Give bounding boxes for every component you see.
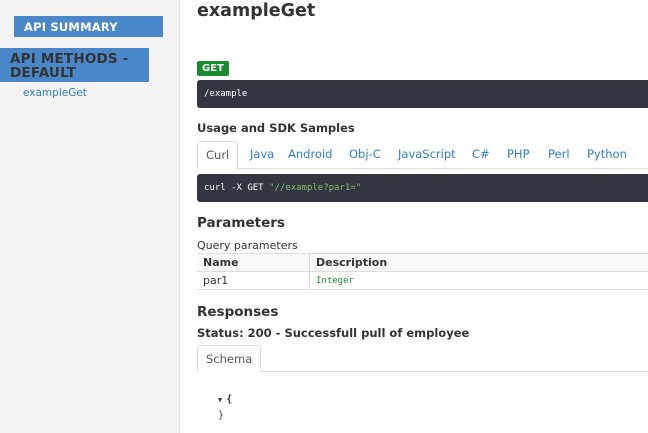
caret-down-icon[interactable]: ▼ <box>218 396 222 404</box>
tab-curl[interactable]: Curl <box>197 141 239 170</box>
tab-php[interactable]: PHP <box>507 141 530 169</box>
schema-open-brace: { <box>226 394 233 405</box>
status-line: Status: 200 - Successfull pull of employ… <box>197 326 470 340</box>
nav-section-api-methods[interactable]: API METHODS - DEFAULT <box>0 48 149 82</box>
parameters-table: Name Description par1 Integer <box>197 253 648 290</box>
param-name: par1 <box>197 272 310 290</box>
curl-command: curl -X GET <box>204 183 270 193</box>
column-header-name: Name <box>197 254 310 272</box>
page-title: exampleGet <box>197 1 316 21</box>
schema-viewer: ▼ { } <box>218 392 232 423</box>
samples-heading: Usage and SDK Samples <box>197 121 355 135</box>
curl-url: "//example?par1=" <box>269 183 362 193</box>
nav-section-api-summary[interactable]: API SUMMARY <box>14 16 163 37</box>
nav-link-exampleget[interactable]: exampleGet <box>23 87 87 99</box>
main-content: exampleGet GET /example Usage and SDK Sa… <box>197 0 648 433</box>
column-header-description: Description <box>316 256 388 269</box>
tab-perl[interactable]: Perl <box>548 141 570 169</box>
responses-heading: Responses <box>197 304 279 320</box>
schema-tab-divider <box>197 371 648 372</box>
sample-tabs: Curl Java Android Obj-C JavaScript C# PH… <box>197 141 648 170</box>
tab-objc[interactable]: Obj-C <box>349 141 381 169</box>
table-row: par1 Integer <box>197 272 648 290</box>
endpoint-path: /example <box>197 80 648 108</box>
tab-javascript[interactable]: JavaScript <box>398 141 456 169</box>
param-type: Integer <box>316 276 354 286</box>
tab-csharp[interactable]: C# <box>472 141 490 169</box>
sidebar: API SUMMARY API METHODS - DEFAULT exampl… <box>0 0 180 433</box>
table-header-row: Name Description <box>197 254 648 272</box>
tab-java[interactable]: Java <box>250 141 274 169</box>
tab-python[interactable]: Python <box>587 141 627 169</box>
schema-close-brace: } <box>218 410 225 421</box>
curl-sample: curl -X GET "//example?par1=" <box>197 174 648 202</box>
tab-schema[interactable]: Schema <box>197 345 262 372</box>
method-badge: GET <box>197 61 229 76</box>
query-parameters-label: Query parameters <box>197 239 298 252</box>
parameters-heading: Parameters <box>197 215 285 231</box>
tab-android[interactable]: Android <box>288 141 332 169</box>
